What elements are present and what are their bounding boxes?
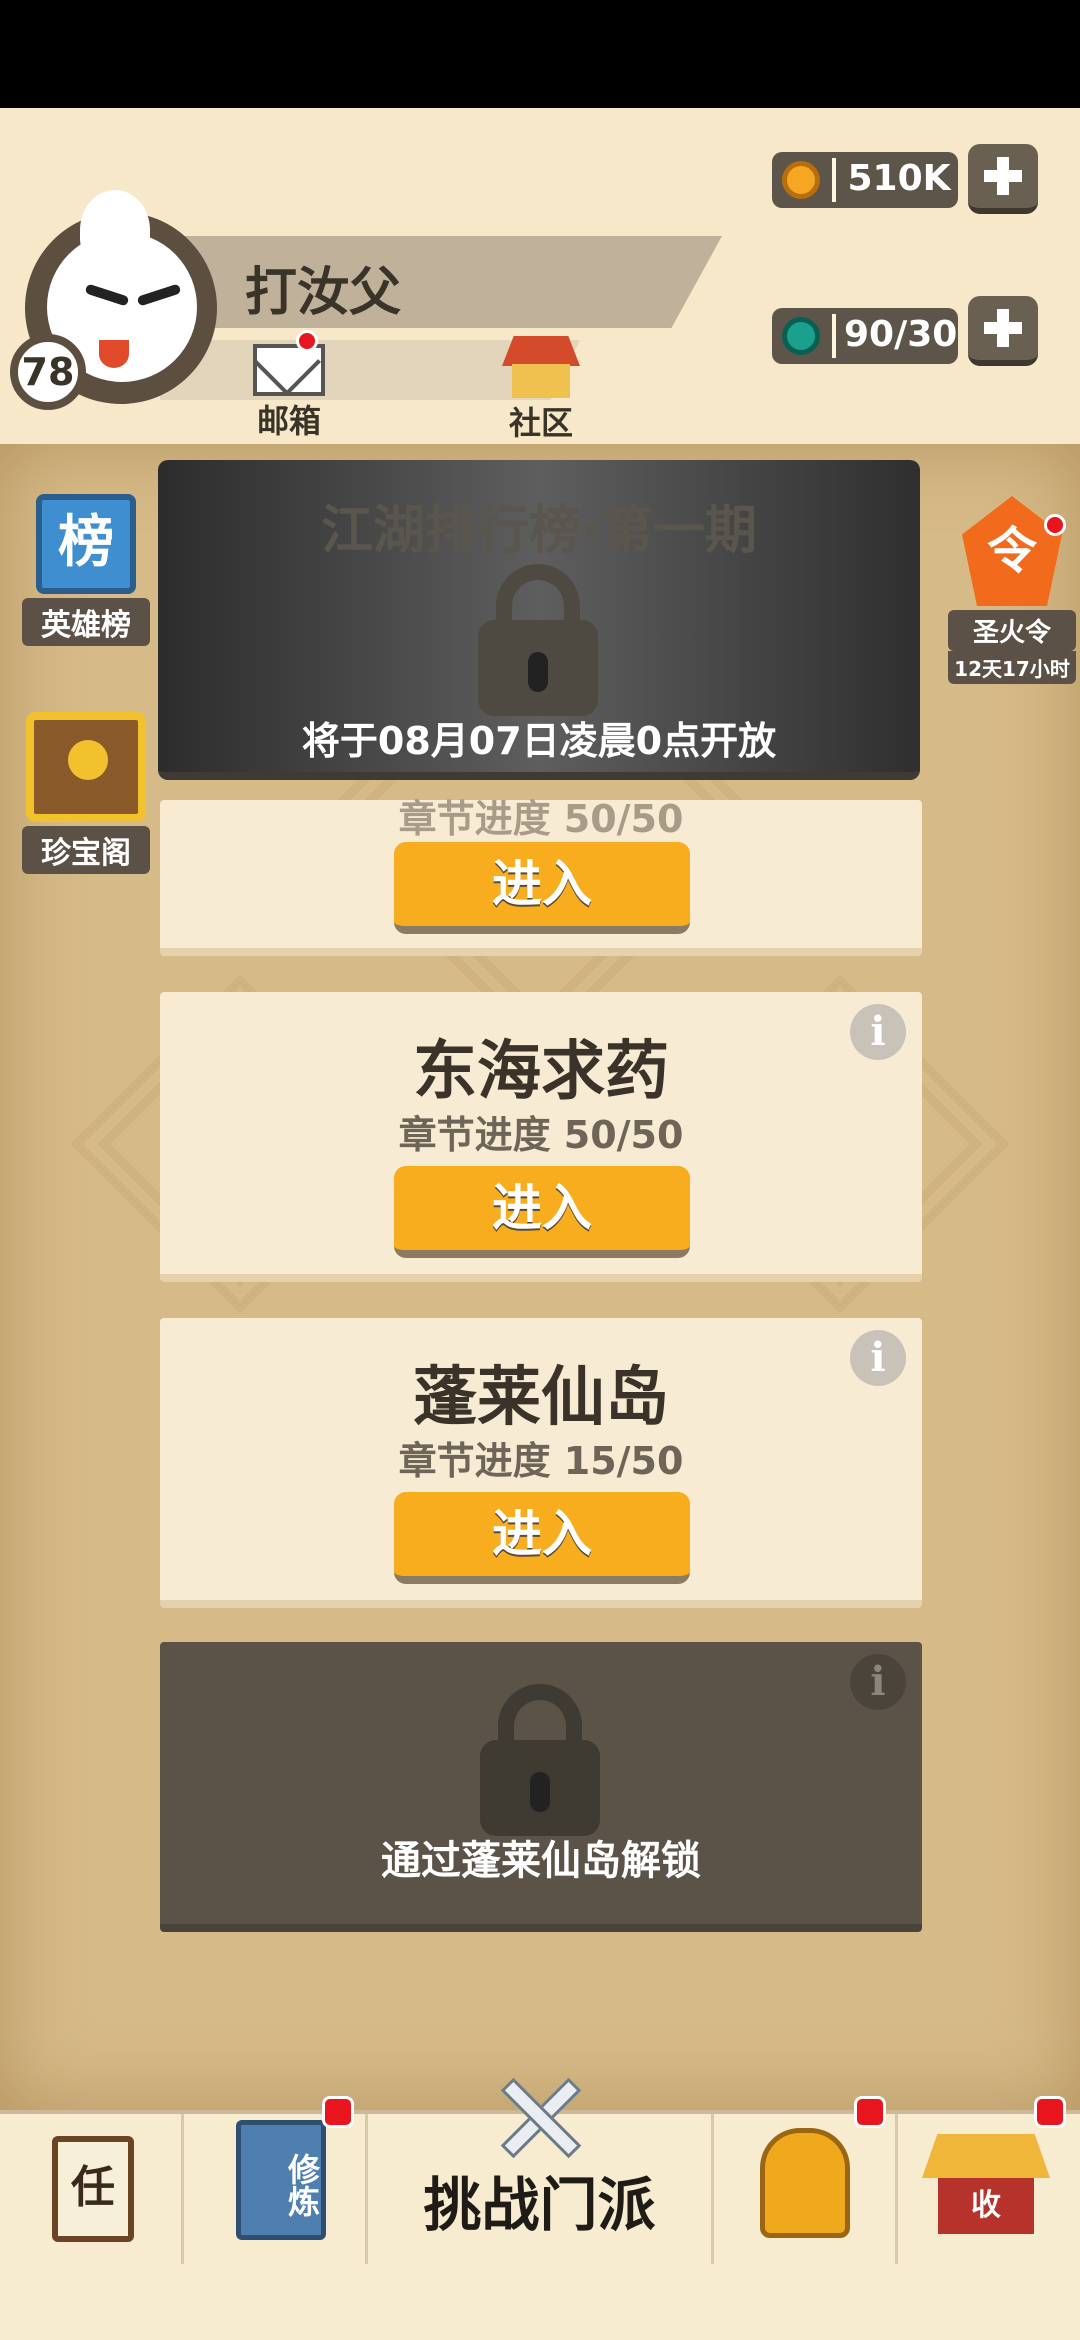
enter-chapter-button[interactable]: 进入 [394,1492,690,1584]
chapter-card: i 蓬莱仙岛 章节进度 15/50 进入 [160,1318,922,1608]
community-label: 社区 [508,404,573,442]
challenge-sect-label: 挑战门派 [423,2171,656,2239]
mail-icon [253,344,325,396]
manual-book-icon: 修炼 [236,2120,326,2240]
level-badge: 78 [10,334,86,410]
tab-challenge-sect[interactable]: 挑战门派 [368,2077,714,2264]
locked-chapter-card: i 通过蓬莱仙岛解锁 [160,1642,922,1932]
crossed-swords-icon [490,2070,590,2160]
banner-open-note: 将于08月07日凌晨0点开放 [301,719,777,763]
lock-icon [478,564,598,716]
add-gems-button[interactable] [968,296,1038,366]
coin-icon [782,161,820,199]
mail-label: 邮箱 [256,402,321,440]
chapter-progress: 章节进度 50/50 [398,1113,684,1157]
tab-equipment[interactable] [714,2096,898,2264]
flame-token-icon: 令 [962,496,1062,606]
enter-chapter-button[interactable]: 进入 [394,1166,690,1258]
leaderboard-label: 英雄榜 [22,598,150,646]
gem-display: 90/30 [772,308,958,364]
ranking-banner[interactable]: 江湖排行榜·第一期 将于08月07日凌晨0点开放 [158,460,920,780]
treasure-chest-icon [26,712,146,822]
gem-value: 90/30 [844,314,958,355]
mail-button[interactable]: 邮箱 [234,330,344,442]
chapter-title: 蓬莱仙岛 [413,1361,669,1435]
leaderboard-icon: 榜 [36,494,136,594]
enter-chapter-button[interactable]: 进入 [394,842,690,934]
info-icon[interactable]: i [850,1654,906,1710]
add-coins-button[interactable] [968,144,1038,214]
shop-building-icon: 收 [922,2134,1050,2234]
community-button[interactable]: 社区 [486,336,596,444]
coin-value: 510K [847,158,951,199]
chapter-title: 东海求药 [413,1035,669,1109]
chapter-card: 章节进度 50/50 进入 [160,797,922,956]
helmet-icon [760,2128,850,2238]
holy-fire-timer: 12天17小时 [948,651,1076,684]
chapter-progress: 章节进度 15/50 [398,1439,684,1483]
chapter-progress: 章节进度 50/50 [398,797,684,841]
scroll-icon: 任 [52,2136,134,2242]
treasure-pavilion-button[interactable]: 珍宝阁 [22,712,150,874]
equipment-notification-dot [854,2096,886,2128]
jade-drop-icon [782,317,820,355]
holy-fire-label: 圣火令 [948,610,1076,651]
unlock-requirement: 通过蓬莱仙岛解锁 [381,1838,701,1884]
mail-notification-dot [296,330,318,352]
holy-fire-button[interactable]: 令 圣火令 12天17小时 [948,496,1076,684]
shop-notification-dot [1034,2096,1066,2128]
tab-shop[interactable]: 收 [898,2096,1080,2264]
bottom-spacer [0,2264,1080,2340]
tab-training[interactable]: 修炼 [184,2096,368,2264]
status-bar [0,0,1080,108]
banner-title: 江湖排行榜·第一期 [321,501,757,561]
chapter-card: i 东海求药 章节进度 50/50 进入 [160,992,922,1282]
treasure-label: 珍宝阁 [22,826,150,874]
lock-icon [480,1684,600,1836]
leaderboard-button[interactable]: 榜 英雄榜 [22,494,150,646]
coin-display: 510K [772,152,958,208]
pavilion-icon [502,336,580,398]
player-name-plate: 打汝父 [160,236,722,328]
player-name: 打汝父 [245,263,402,323]
holy-fire-notification-dot [1044,514,1066,536]
tab-tasks[interactable]: 任 [0,2114,184,2264]
bottom-nav: 任 修炼 挑战门派 收 [0,2077,1080,2264]
training-notification-dot [322,2096,354,2128]
